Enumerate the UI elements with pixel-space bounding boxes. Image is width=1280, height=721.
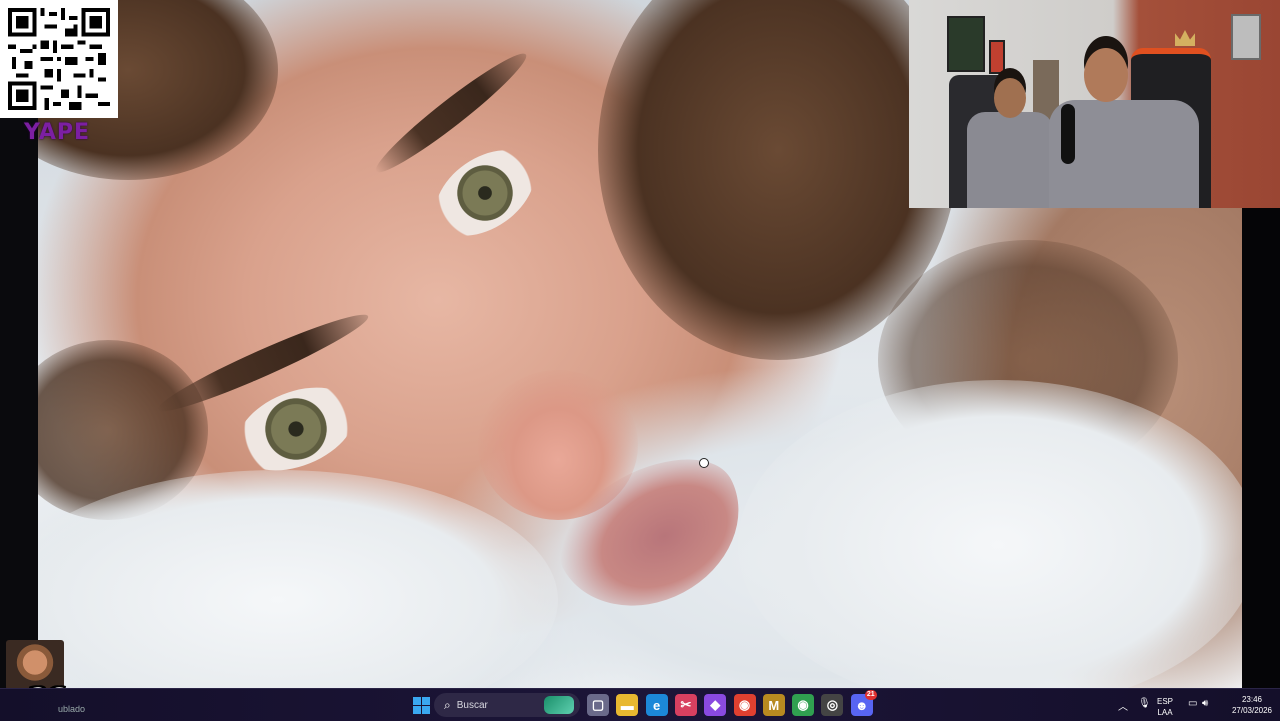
search-placeholder: Buscar xyxy=(456,699,488,711)
winamp-icon[interactable]: M xyxy=(762,694,785,716)
search-icon: ⌕ xyxy=(444,697,451,712)
network-icon[interactable]: ▭ xyxy=(1188,698,1197,709)
microphone-icon xyxy=(1061,104,1075,164)
award-plaque xyxy=(1231,14,1261,60)
chrome-profile-icon[interactable]: ◉ xyxy=(792,694,815,716)
foam-shape xyxy=(38,470,558,688)
crown-decoration-icon xyxy=(1175,30,1195,46)
qr-label: YAPE xyxy=(24,120,91,145)
discord-notification-badge: 21 xyxy=(864,690,877,700)
chrome-icon[interactable]: ◉ xyxy=(733,694,756,716)
streamer-left-head xyxy=(994,78,1026,118)
start-button[interactable] xyxy=(410,694,432,716)
chevron-up-icon[interactable]: ︿ xyxy=(1118,698,1128,713)
qr-code-icon xyxy=(8,8,110,110)
volume-icon[interactable]: 🔊︎ xyxy=(1202,698,1208,709)
search-highlight-icon xyxy=(544,696,574,714)
eye-shape xyxy=(419,132,551,254)
edge-browser-icon[interactable]: e xyxy=(645,694,668,716)
left-chat-panel xyxy=(0,130,38,688)
right-edge-panel xyxy=(1242,208,1280,688)
system-tray: ︿ ESP LAA 🎙︎ ▭ 🔊︎ 23:46 27/03/2026 xyxy=(1114,689,1280,721)
discord-icon[interactable]: ☻ 21 xyxy=(850,690,877,716)
language-indicator[interactable]: ESP LAA xyxy=(1150,696,1180,718)
task-view-icon[interactable]: ▢ xyxy=(587,694,609,716)
copilot-icon[interactable]: ◆ xyxy=(704,694,727,716)
file-explorer-icon[interactable]: ▬ xyxy=(616,694,639,716)
wall-painting xyxy=(989,40,1005,74)
taskbar-search[interactable]: ⌕ Buscar xyxy=(434,693,580,717)
language-code: ESP xyxy=(1156,697,1173,706)
qr-code xyxy=(0,0,118,118)
chat-fragment-text: ublado xyxy=(58,704,86,714)
keyboard-layout: LAA xyxy=(1157,708,1173,717)
foam-shape xyxy=(738,380,1242,688)
streamer-left xyxy=(967,112,1053,208)
windows-taskbar: ublado ⌕ Buscar ▢ ▬ e ✂ ◆ ◉ M ◉ ◎ ☻ 21 ︿ ESP LAA 🎙… xyxy=(0,688,1280,721)
eye-shape xyxy=(224,371,368,487)
clock-date: 27/03/2026 xyxy=(1231,706,1273,715)
windows-logo-icon xyxy=(413,697,421,705)
mouse-cursor xyxy=(699,458,709,468)
webcam-overlay xyxy=(909,0,1280,208)
streamer-right-head xyxy=(1084,48,1128,102)
clock[interactable]: 23:46 27/03/2026 xyxy=(1224,694,1280,716)
obs-icon[interactable]: ◎ xyxy=(821,694,844,716)
snipping-tool-icon[interactable]: ✂ xyxy=(674,694,697,716)
clock-time: 23:46 xyxy=(1241,695,1263,704)
wall-painting xyxy=(947,16,985,72)
microphone-icon[interactable]: 🎙︎ xyxy=(1138,698,1151,709)
